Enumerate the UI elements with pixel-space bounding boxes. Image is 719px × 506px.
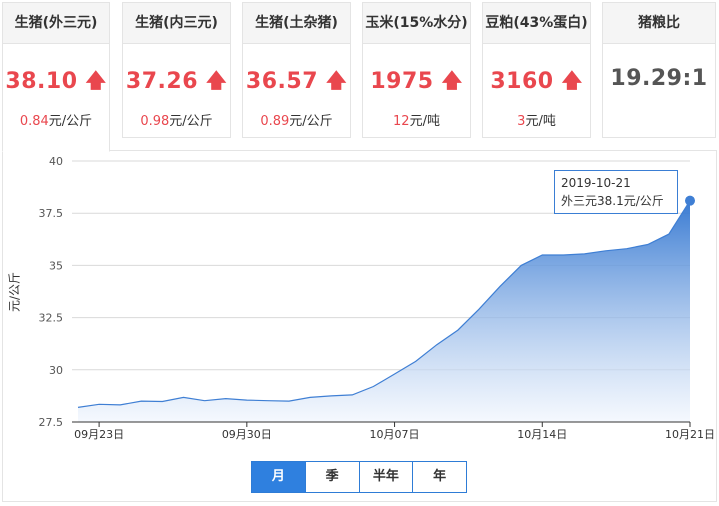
range-tab-year[interactable]: 年 [412,462,466,492]
range-tab-month[interactable]: 月 [252,462,305,492]
x-tick-label: 10月14日 [517,428,567,441]
chart-tooltip: 2019-10-21 外三元38.1元/公斤 [554,170,678,214]
tooltip-value: 外三元38.1元/公斤 [561,194,664,208]
x-tick-label: 09月30日 [222,428,272,441]
tooltip-date: 2019-10-21 [561,176,631,190]
y-tick-label: 37.5 [39,207,64,220]
hover-point [685,195,695,206]
y-tick-label: 35 [49,259,63,272]
price-area [78,200,690,422]
range-selector: 月 季 半年 年 [251,461,467,493]
y-tick-label: 32.5 [39,312,64,325]
range-tab-quarter[interactable]: 季 [304,462,359,492]
y-axis-label: 元/公斤 [7,271,22,313]
x-axis: 09月23日 09月30日 10月07日 10月14日 10月21日 [72,421,715,441]
x-tick-label: 09月23日 [74,428,124,441]
y-tick-labels: 40 37.5 35 32.5 30 27.5 [39,155,64,429]
x-tick-label: 10月21日 [665,428,715,441]
y-tick-label: 27.5 [39,416,64,429]
x-tick-label: 10月07日 [370,428,420,441]
y-tick-label: 30 [49,364,63,377]
y-tick-label: 40 [49,155,63,168]
range-tab-halfyear[interactable]: 半年 [358,462,413,492]
price-chart: 40 37.5 35 32.5 30 27.5 09月23日 09月30日 10月07日 10月… [39,155,716,441]
